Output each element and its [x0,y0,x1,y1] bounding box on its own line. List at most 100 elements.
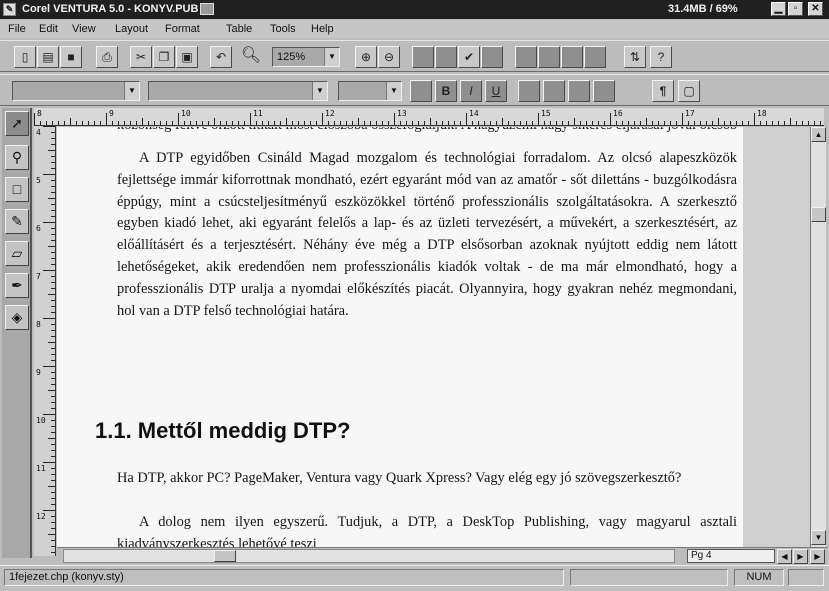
ruler-tick [51,252,55,253]
tag-combo[interactable]: ▼ [12,81,140,101]
new-icon[interactable]: ▯ [14,46,36,68]
ruler-label: 17 [685,109,695,118]
vertical-scrollbar[interactable]: ▲ ▼ [810,127,826,547]
ruler-tick [502,118,503,125]
restore-button[interactable]: ▫ [788,2,803,16]
scroll-thumb[interactable] [214,550,236,562]
scroll-up-icon[interactable]: ▲ [811,127,826,142]
graphic-tool-icon[interactable]: ▱ [5,241,29,266]
ruler-label: 10 [181,109,191,118]
ruler-tick [562,121,563,125]
ruler-tick [118,121,119,125]
underline-button[interactable]: U [485,80,507,102]
save-icon[interactable]: ■ [60,46,82,68]
page-last-icon[interactable]: ▶ [810,549,825,564]
frame-icon[interactable] [412,46,434,68]
document-canvas[interactable]: közönség féltve őrzött titkait most elős… [57,127,810,547]
align-right-icon[interactable] [568,80,590,102]
ruler-tick [43,462,55,463]
chevron-down-icon[interactable]: ▼ [312,82,327,100]
manager-icon[interactable]: ⇅ [624,46,646,68]
ruler-tick [124,121,125,125]
ruler-tick [51,354,55,355]
ruler-tick [262,121,263,125]
ruler-tick [346,121,347,125]
ruler-tick [586,121,587,125]
font-combo[interactable]: ▼ [148,81,328,101]
thesaurus-icon[interactable] [481,46,503,68]
ventura-window: ✎ Corel VENTURA 5.0 - KONYV.PUB 31.4MB /… [0,0,829,591]
ruler-tick [51,402,55,403]
ruler-tick [43,414,55,415]
size-combo[interactable]: ▼ [338,81,402,101]
page-prev-icon[interactable]: ◀ [777,549,792,564]
ruler-tick [130,121,131,125]
tag-3-icon[interactable] [561,46,583,68]
frame-tool-icon[interactable]: □ [5,177,29,202]
help-icon[interactable]: ? [650,46,672,68]
ruler-tick [51,204,55,205]
menu-table[interactable]: Table [226,23,252,35]
body-paragraph: A DTP egyidőben Csináld Magad mozgalom é… [117,150,737,319]
cut-icon[interactable]: ✂ [130,46,152,68]
spellcheck-icon[interactable]: ✔ [458,46,480,68]
horizontal-scrollbar[interactable] [63,549,675,563]
page-next-icon[interactable]: ▶ [793,549,808,564]
tag-2-icon[interactable] [538,46,560,68]
open-icon[interactable]: ▤ [37,46,59,68]
zoom-in-icon[interactable]: ⊕ [355,46,377,68]
ruler-label: 9 [109,109,114,118]
copy-icon[interactable]: ❐ [153,46,175,68]
fill-tool-icon[interactable]: ◈ [5,305,29,330]
ruler-tick [328,121,329,125]
menu-view[interactable]: View [72,23,96,35]
ruler-tick [112,121,113,125]
status-panel [788,569,824,586]
outline-tool-icon[interactable]: ✒ [5,273,29,298]
minimize-button[interactable]: ▁ [771,2,786,16]
text-edit-icon[interactable]: ▢ [678,80,700,102]
ruler-tick [51,186,55,187]
menu-help[interactable]: Help [311,23,334,35]
print-icon[interactable]: ⎙ [96,46,118,68]
ruler-tick [88,121,89,125]
scroll-thumb[interactable] [811,207,826,222]
bold-button[interactable]: B [435,80,457,102]
zoom-magnifier-icon[interactable]: 🔍︎ [240,46,262,68]
align-left-icon[interactable] [518,80,540,102]
text-icon[interactable] [435,46,457,68]
close-button[interactable]: ✕ [808,2,823,16]
tag-4-icon[interactable] [584,46,606,68]
menu-tools[interactable]: Tools [270,23,296,35]
zoom-out-icon[interactable]: ⊖ [378,46,400,68]
tag-icon[interactable] [515,46,537,68]
chevron-down-icon[interactable]: ▼ [324,48,339,66]
page-field[interactable]: Pg 4 [687,549,775,563]
paste-icon[interactable]: ▣ [176,46,198,68]
chevron-down-icon[interactable]: ▼ [386,82,401,100]
undo-icon[interactable]: ↶ [210,46,232,68]
align-center-icon[interactable] [543,80,565,102]
font-tool-icon[interactable] [410,80,432,102]
ruler-tick [478,121,479,125]
ruler-tick [292,121,293,125]
scroll-down-icon[interactable]: ▼ [811,530,826,545]
ruler-label: 15 [541,109,551,118]
freehand-tool-icon[interactable]: ✎ [5,209,29,234]
pilcrow-button[interactable]: ¶ [652,80,674,102]
pick-tool-icon[interactable]: ➚ [5,111,29,136]
zoom-combo[interactable]: 125% ▼ [272,47,340,67]
ruler-tick [51,156,55,157]
menu-edit[interactable]: Edit [39,23,58,35]
chevron-down-icon[interactable]: ▼ [124,82,139,100]
ruler-tick [51,216,55,217]
menu-format[interactable]: Format [165,23,200,35]
app-icon[interactable]: ✎ [3,3,16,16]
zoom-tool-icon[interactable]: ⚲ [5,145,29,170]
menu-file[interactable]: File [8,23,26,35]
italic-button[interactable]: I [460,80,482,102]
menu-layout[interactable]: Layout [115,23,148,35]
ruler-tick [48,438,55,439]
page[interactable]: közönség féltve őrzött titkait most elős… [57,127,743,547]
align-justify-icon[interactable] [593,80,615,102]
